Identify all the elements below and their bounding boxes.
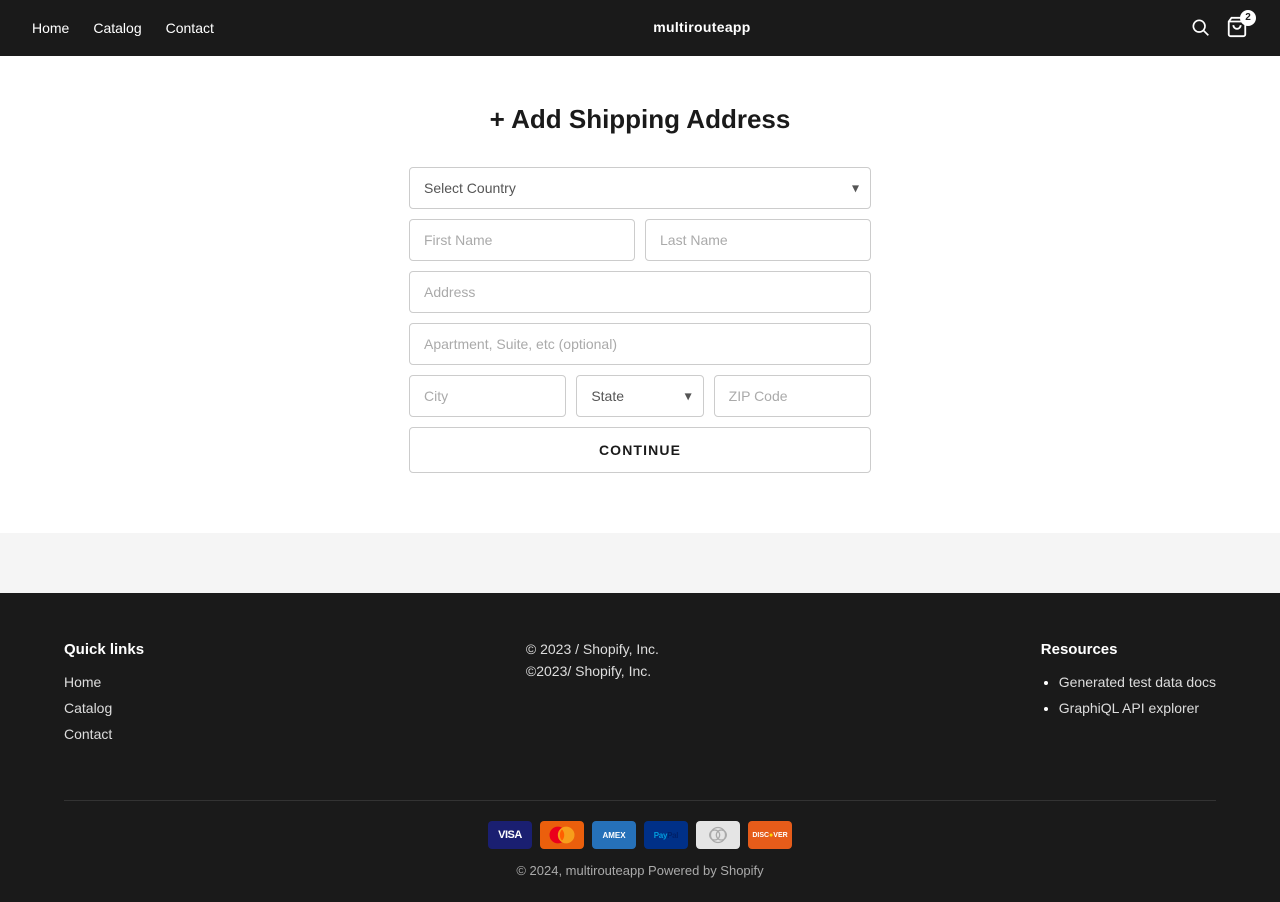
city-state-zip-row: State <box>409 375 871 417</box>
page-title: + Add Shipping Address <box>20 104 1260 135</box>
continue-button[interactable]: CONTINUE <box>409 427 871 473</box>
footer-copyright-center: © 2023 / Shopify, Inc. <box>526 641 659 657</box>
nav-home-link[interactable]: Home <box>32 20 69 36</box>
resources-list: Generated test data docs GraphiQL API ex… <box>1041 674 1216 716</box>
nav-catalog-link[interactable]: Catalog <box>93 20 141 36</box>
quick-links-heading: Quick links <box>64 641 144 658</box>
discover-payment-icon: DISC●VER <box>748 821 792 849</box>
footer-copyright-center2: ©2023/ Shopify, Inc. <box>526 663 659 679</box>
resources-heading: Resources <box>1041 641 1216 658</box>
apartment-input[interactable] <box>409 323 871 365</box>
generated-test-data-link[interactable]: Generated test data docs <box>1059 674 1216 690</box>
footer-contact-link[interactable]: Contact <box>64 726 144 742</box>
section-divider <box>0 533 1280 593</box>
first-name-input[interactable] <box>409 219 635 261</box>
navbar: Home Catalog Contact multirouteapp 2 <box>0 0 1280 56</box>
resources-list-item: Generated test data docs <box>1059 674 1216 690</box>
cart-icon[interactable]: 2 <box>1226 16 1248 41</box>
footer-catalog-link[interactable]: Catalog <box>64 700 144 716</box>
visa-payment-icon: VISA <box>488 821 532 849</box>
brand-logo[interactable]: multirouteapp <box>653 19 751 37</box>
nav-actions: 2 <box>1190 16 1248 41</box>
zip-input[interactable] <box>714 375 871 417</box>
footer-home-link[interactable]: Home <box>64 674 144 690</box>
country-select[interactable]: Select Country <box>409 167 871 209</box>
amex-payment-icon: AMEX <box>592 821 636 849</box>
footer-bottom: VISA AMEX PayPal DISC●VER <box>64 800 1216 878</box>
footer-resources: Resources Generated test data docs Graph… <box>1041 641 1216 752</box>
nav-links-left: Home Catalog Contact <box>32 20 214 36</box>
state-select-wrapper: State <box>576 375 703 417</box>
search-icon[interactable] <box>1190 17 1210 40</box>
main-content: + Add Shipping Address Select Country St… <box>0 56 1280 533</box>
city-input[interactable] <box>409 375 566 417</box>
paypal-payment-icon: PayPal <box>644 821 688 849</box>
diners-payment-icon <box>696 821 740 849</box>
graphiql-api-link[interactable]: GraphiQL API explorer <box>1059 700 1216 716</box>
name-row <box>409 219 871 261</box>
state-select[interactable]: State <box>576 375 703 417</box>
last-name-input[interactable] <box>645 219 871 261</box>
footer-bottom-copyright: © 2024, multirouteapp Powered by Shopify <box>516 863 763 878</box>
country-select-wrapper: Select Country <box>409 167 871 209</box>
payment-icons: VISA AMEX PayPal DISC●VER <box>488 821 792 849</box>
footer-center-col: © 2023 / Shopify, Inc. ©2023/ Shopify, I… <box>526 641 659 752</box>
footer: Quick links Home Catalog Contact © 2023 … <box>0 593 1280 902</box>
resources-list-item: GraphiQL API explorer <box>1059 700 1216 716</box>
shipping-address-form: Select Country State CONTINUE <box>409 167 871 473</box>
address-input[interactable] <box>409 271 871 313</box>
mastercard-payment-icon <box>540 821 584 849</box>
footer-columns: Quick links Home Catalog Contact © 2023 … <box>64 641 1216 752</box>
cart-count-badge: 2 <box>1240 10 1256 26</box>
nav-contact-link[interactable]: Contact <box>166 20 214 36</box>
footer-quick-links: Quick links Home Catalog Contact <box>64 641 144 752</box>
